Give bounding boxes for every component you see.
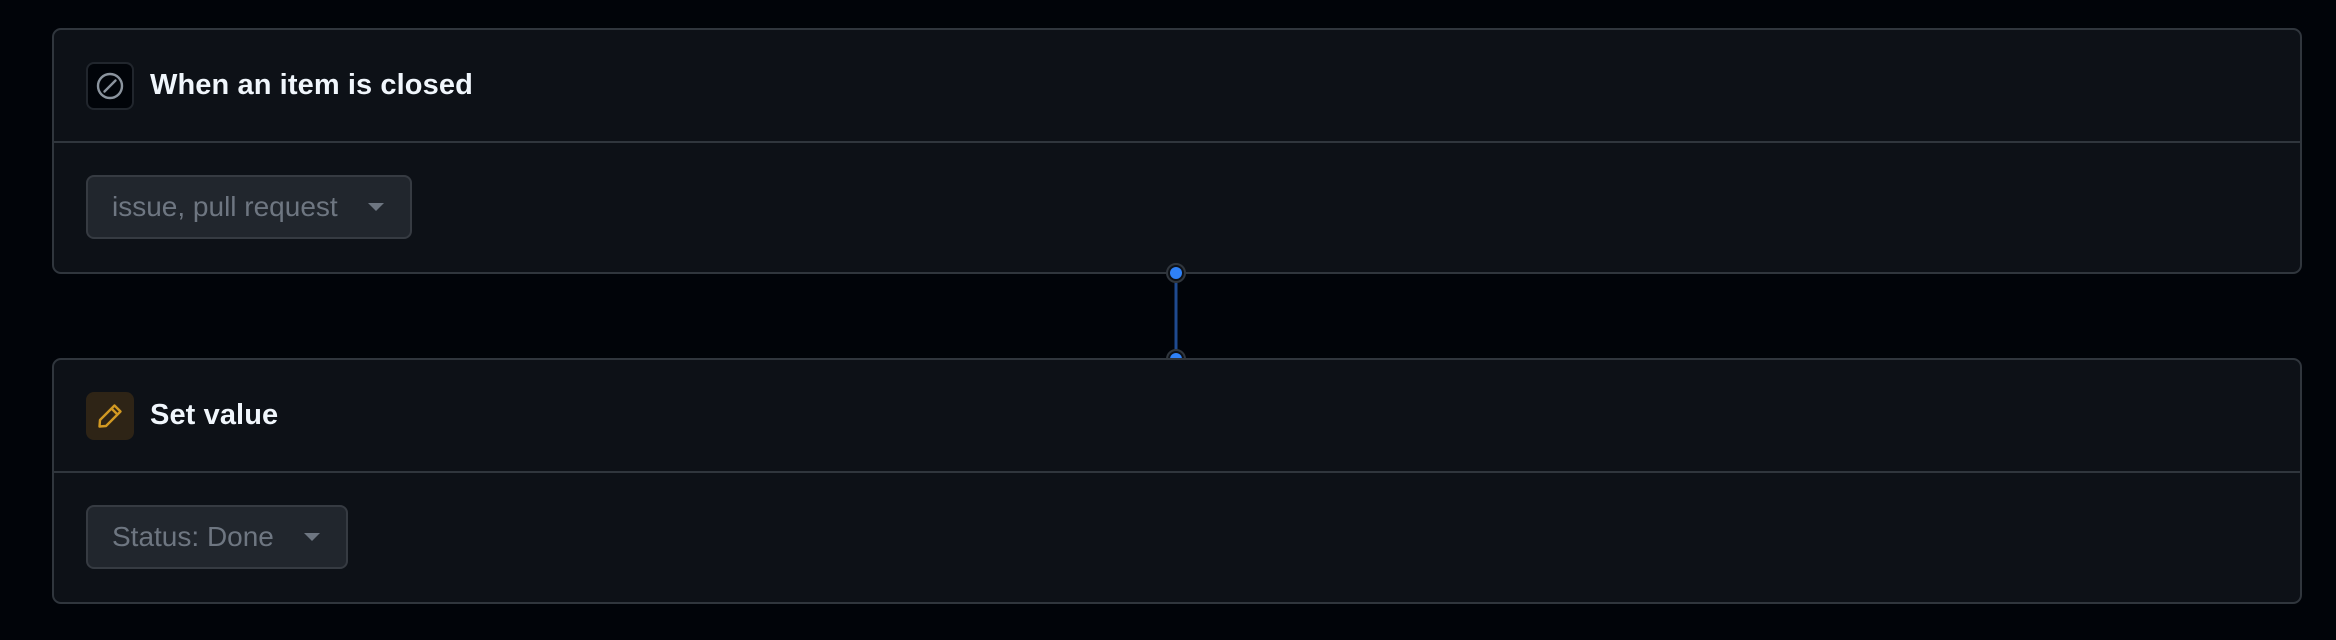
- action-card-header: Set value: [54, 360, 2300, 473]
- action-title: Set value: [150, 399, 279, 431]
- action-card-body: Status: Done: [54, 473, 2300, 569]
- workflow-connector: [1166, 263, 1186, 369]
- status-select-value: Status: Done: [112, 521, 274, 552]
- trigger-card: When an item is closed issue, pull reque…: [52, 28, 2302, 274]
- slash-circle-icon: [86, 61, 134, 110]
- caret-down-icon: [367, 203, 384, 211]
- status-select[interactable]: Status: Done: [86, 505, 348, 569]
- item-type-select-value: issue, pull request: [112, 191, 338, 222]
- trigger-title: When an item is closed: [150, 69, 473, 101]
- caret-down-icon: [303, 533, 320, 541]
- trigger-card-body: issue, pull request: [54, 143, 2300, 239]
- pencil-icon: [86, 391, 134, 440]
- workflow-editor: When an item is closed issue, pull reque…: [0, 0, 2336, 640]
- item-type-select[interactable]: issue, pull request: [86, 175, 412, 239]
- action-card: Set value Status: Done: [52, 358, 2302, 604]
- trigger-card-header: When an item is closed: [54, 30, 2300, 143]
